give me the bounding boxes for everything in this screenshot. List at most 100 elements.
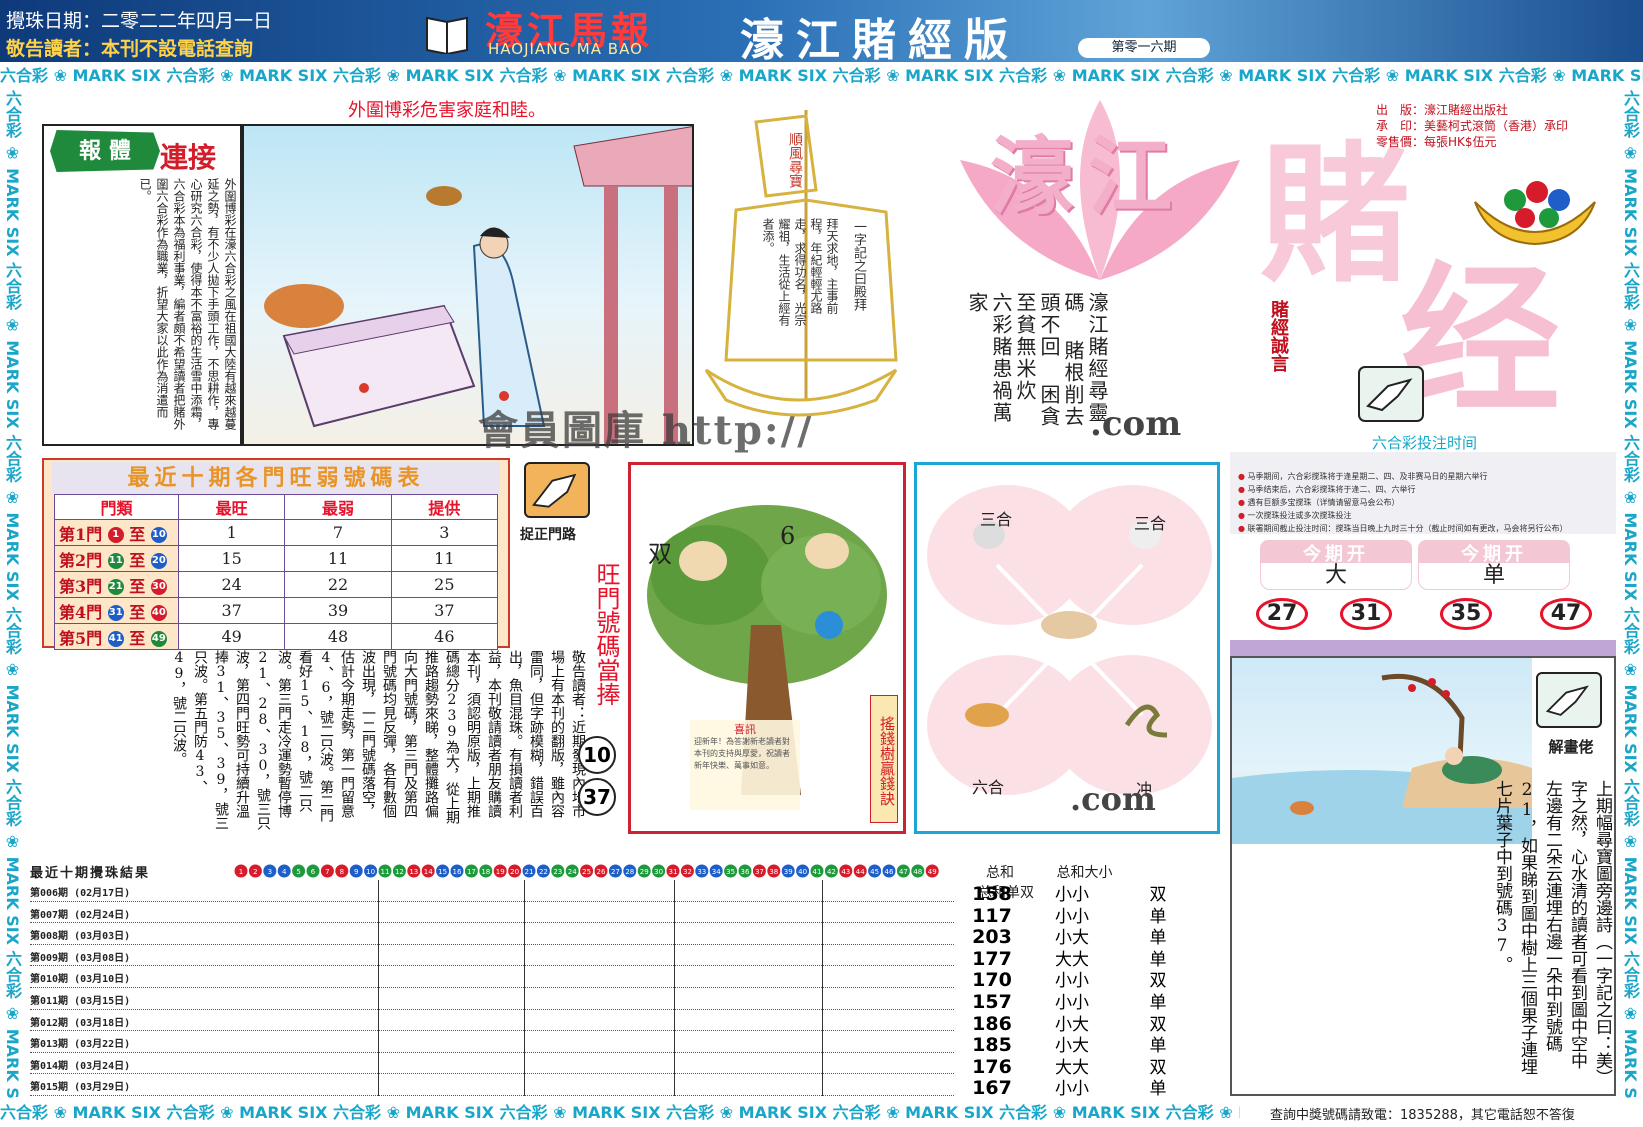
- riddle-label: 解畫佬: [1548, 738, 1594, 756]
- col-sum: 总和: [986, 865, 1014, 881]
- summary-row: 186 小大双: [960, 1010, 1200, 1035]
- hot-number-1: 10: [578, 736, 616, 774]
- hot-cell: 15: [177, 545, 286, 572]
- watermark-domain: .com: [1090, 404, 1182, 444]
- riddle-text: 上期幅尋寶圖旁邊詩（一字記之曰：美）字之然，心水清的讀者可看到圖中空中左邊有二朵…: [1492, 780, 1612, 1078]
- ingot-icon: [1474, 181, 1596, 246]
- this-issue-size-value: 大: [1260, 562, 1412, 590]
- number-ball-label: 34: [712, 868, 721, 876]
- issue-number: 第零一六期: [1078, 38, 1210, 58]
- ball-icon: 20: [150, 553, 167, 569]
- this-issue-size: 今期开 大: [1260, 540, 1412, 592]
- pick-cell: 11: [390, 545, 499, 572]
- zodiac-label-top-right: 三合: [1134, 514, 1167, 533]
- hot-cell: 37: [177, 597, 286, 624]
- ball-icon: 40: [150, 605, 167, 621]
- number-ball-label: 24: [568, 868, 577, 876]
- this-issue-label: 今期开: [1260, 540, 1412, 565]
- number-ball-label: 36: [741, 868, 750, 876]
- number-ball-label: 17: [467, 868, 476, 876]
- contact-line: 查詢中獎號碼請致電：1835288，其它電話恕不答復: [1270, 1108, 1575, 1123]
- results-grid: 第006期 (02月17日) 第007期 (02月24日) 第008期 (03月03…: [30, 880, 954, 1096]
- summary-row: 117 小小单: [960, 902, 1200, 927]
- motto-verse: 濠江賭經尋靈碼 賭根削去頭不回 困貪至貧無米炊 六彩賭患禍萬家: [965, 292, 1109, 432]
- publisher-line: 出 版：濠江賭經出版社: [1376, 103, 1509, 117]
- summary-row: 176 大大双: [960, 1053, 1200, 1078]
- edition-title: 濠江賭經版: [740, 15, 1020, 66]
- gate-cell: 第5門 41 至 49: [54, 623, 179, 650]
- cold-cell: 22: [284, 571, 392, 598]
- number-ball-label: 46: [885, 868, 894, 876]
- number-ball-label: 13: [409, 868, 418, 876]
- list-item: ● 一次搅珠投注或多次搅珠投注: [1238, 511, 1352, 520]
- border-strip-right: 六合彩 ❀ MARK SIX 六合彩 ❀ MARK SIX 六合彩 ❀ MARK…: [1621, 90, 1640, 1100]
- number-ball-label: 27: [611, 868, 620, 876]
- ball-icon: 31: [107, 605, 124, 621]
- table-row: 第009期 (03月08日): [30, 945, 954, 967]
- new-year-note: 喜訊 迎新年！為答謝新老讀者對本刊的支持與厚愛，祝讀者新年快樂、萬事如意。: [690, 720, 800, 810]
- pick-cell: 3: [390, 519, 499, 546]
- this-issue-parity-value: 单: [1418, 562, 1570, 590]
- pick-number-3: 35: [1440, 598, 1492, 630]
- list-item: ● 马季结束后，六合彩搅珠将于逢二、四、六举行: [1238, 485, 1416, 494]
- number-ball-label: 33: [697, 868, 706, 876]
- number-ball-label: 20: [510, 868, 519, 876]
- number-ball-label: 45: [870, 868, 879, 876]
- results-separator: [524, 880, 525, 1096]
- table-row: 第008期 (03月03日): [30, 923, 954, 945]
- number-ball-label: 47: [899, 868, 908, 876]
- number-ball-label: 38: [769, 868, 778, 876]
- border-strip-top: 六合彩 ❀ MARK SIX 六合彩 ❀ MARK SIX 六合彩 ❀ MARK…: [0, 66, 1643, 85]
- draw-label: 第012期 (03月18日): [30, 1017, 131, 1029]
- cold-cell: 7: [284, 519, 392, 546]
- story-heading: 連接: [160, 141, 217, 174]
- watermark-domain-2: .com: [1070, 780, 1156, 818]
- tree-caption: 搖錢樹贏錢訣: [870, 695, 898, 823]
- results-summary: 158 小小双 117 小小单 203 小大单 177 大大单 170 小小双 157 小小单 186 小…: [960, 880, 1200, 1100]
- big-logo-jing: 经: [1400, 246, 1561, 434]
- col-hot: 最旺: [177, 494, 286, 520]
- draw-label: 第015期 (03月29日): [30, 1082, 131, 1094]
- number-ball-label: 12: [395, 868, 404, 876]
- pick-cell: 37: [390, 597, 499, 624]
- gate-method-label: 捉正門路: [520, 527, 576, 543]
- this-issue-label: 今期开: [1418, 540, 1570, 565]
- betting-time-title: 六合彩投注时间: [1372, 434, 1478, 452]
- table-row: 第014期 (03月24日): [30, 1053, 954, 1075]
- number-ball-label: 42: [827, 868, 836, 876]
- gate-stats-rows: 第1門 1 至 10 1 7 3 第2門 11 至 20 15 11 11 第3門 21 至 3…: [54, 519, 499, 650]
- table-row: 第2門 11 至 20 15 11 11: [54, 545, 499, 572]
- number-ball-label: 29: [640, 868, 649, 876]
- summary-row: 203 小大单: [960, 923, 1200, 948]
- col-gate: 門類: [54, 494, 179, 520]
- border-strip-bottom: 六合彩 ❀ MARK SIX 六合彩 ❀ MARK SIX 六合彩 ❀ MARK…: [0, 1103, 1240, 1122]
- col-pick: 提供: [390, 494, 499, 520]
- tree-left-label: 双: [648, 540, 672, 568]
- number-ball-label: 18: [481, 868, 490, 876]
- results-separator: [378, 880, 379, 1096]
- parity-value: 单: [1149, 1079, 1167, 1100]
- ball-icon: 30: [150, 579, 167, 595]
- table-row: 第006期 (02月17日): [30, 880, 954, 902]
- hot-number-2: 37: [578, 778, 616, 816]
- zodiac-panel: [914, 462, 1220, 834]
- number-ball-label: 43: [841, 868, 850, 876]
- gate-cell: 第4門 31 至 40: [54, 597, 179, 624]
- pick-number-1: 27: [1256, 598, 1308, 630]
- number-ball-label: 23: [553, 868, 562, 876]
- table-row: 第007期 (02月24日): [30, 902, 954, 924]
- number-ball-label: 6: [311, 868, 316, 876]
- number-ball-label: 14: [424, 868, 433, 876]
- sail-title: 順風尋寶: [787, 132, 803, 188]
- hot-gate-label: 旺門號碼當捧: [592, 562, 620, 706]
- col-cold: 最弱: [284, 494, 392, 520]
- masthead-english: HAOJIANG MA BAO: [488, 40, 643, 58]
- table-row: 第011期 (03月15日): [30, 988, 954, 1010]
- number-ball-label: 3: [268, 868, 272, 876]
- zodiac-label-top-left: 三合: [980, 510, 1013, 529]
- results-separator: [674, 880, 675, 1096]
- divider-bar: [1230, 640, 1616, 656]
- hot-cell: 24: [177, 571, 286, 598]
- draw-label: 第011期 (03月15日): [30, 996, 131, 1007]
- col-size: 总和大小: [1056, 865, 1113, 881]
